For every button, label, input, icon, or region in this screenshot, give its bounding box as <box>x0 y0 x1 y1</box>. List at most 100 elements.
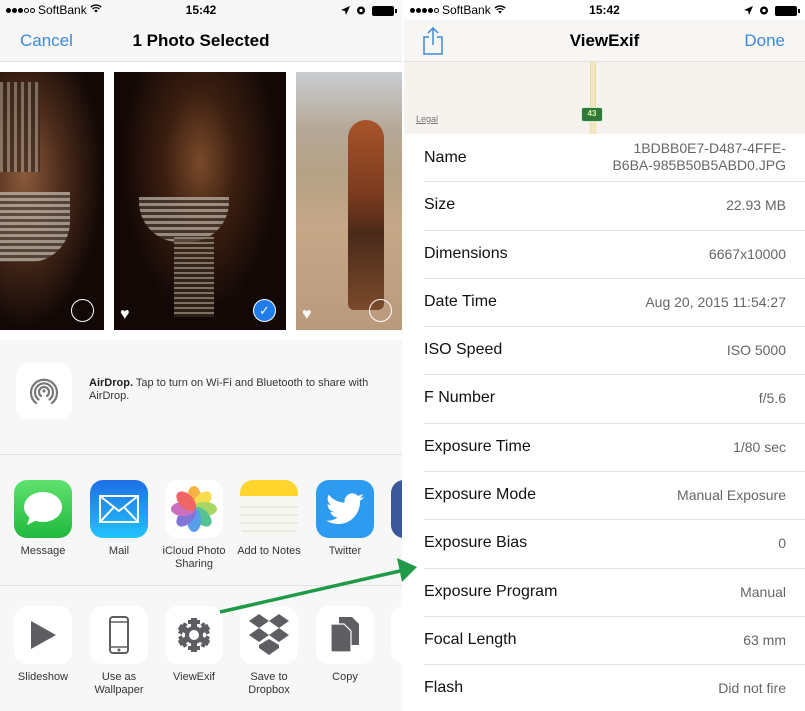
action-label: Slideshow <box>17 671 69 683</box>
action-save-to-dropbox[interactable]: Save to Dropbox <box>231 606 307 697</box>
airdrop-message: AirDrop. Tap to turn on Wi-Fi and Blueto… <box>89 377 386 403</box>
exif-value: 1BDBB0E7-D487-4FFE- B6BA-985B50B5ABD0.JP… <box>612 140 786 173</box>
selection-circle[interactable] <box>71 299 94 322</box>
page-title: 1 Photo Selected <box>132 31 270 50</box>
navigation-bar: Cancel 1 Photo Selected <box>0 20 402 62</box>
exif-value: f/5.6 <box>758 390 786 407</box>
alarm-icon <box>759 4 769 18</box>
message-icon <box>14 480 72 538</box>
exif-row-size: Size 22.93 MB <box>424 182 805 231</box>
exif-key: Exposure Time <box>424 437 531 455</box>
notes-icon <box>240 480 298 538</box>
exif-key: ISO Speed <box>424 341 503 359</box>
airdrop-section[interactable]: AirDrop. Tap to turn on Wi-Fi and Blueto… <box>0 345 402 455</box>
exif-key: Name <box>424 149 467 166</box>
exif-value: 0 <box>778 535 786 552</box>
app-label: F <box>382 545 402 558</box>
exif-row-exposure-time: Exposure Time 1/80 sec <box>424 424 805 473</box>
route-shield: 43 <box>581 107 603 122</box>
exif-value: 6667x10000 <box>708 245 786 262</box>
exif-value: 1/80 sec <box>733 438 786 455</box>
share-sheet-screen: SoftBank 15:42 Cancel 1 Photo Selected ♥… <box>0 0 402 711</box>
photos-icon <box>165 480 223 538</box>
share-app-icloud-photo-sharing[interactable]: iCloud Photo Sharing <box>156 480 232 571</box>
exif-row-name: Name 1BDBB0E7-D487-4FFE- B6BA-985B50B5AB… <box>424 134 805 183</box>
share-app-facebook[interactable]: F <box>382 480 402 558</box>
exif-key: Focal Length <box>424 630 517 648</box>
app-label: Add to Notes <box>237 545 301 557</box>
exif-value: Aug 20, 2015 11:54:27 <box>645 293 786 310</box>
copy-icon <box>316 606 374 664</box>
play-icon <box>14 606 72 664</box>
exif-key: F Number <box>424 389 496 407</box>
favorite-heart-icon: ♥ <box>302 306 312 323</box>
exif-row-flash: Flash Did not fire <box>424 665 805 711</box>
exif-row-f-number: F Number f/5.6 <box>424 375 805 424</box>
alarm-icon <box>356 4 366 18</box>
location-arrow-icon <box>341 4 350 18</box>
exif-value: 22.93 MB <box>726 197 786 214</box>
photo-strip[interactable]: ♥ ✓ ♥ <box>0 62 402 340</box>
action-label: D <box>382 671 402 684</box>
exif-row-focal-length: Focal Length 63 mm <box>424 617 805 666</box>
airdrop-title: AirDrop. <box>89 377 133 389</box>
facebook-icon <box>391 480 402 538</box>
share-app-message[interactable]: Message <box>5 480 81 558</box>
map-road <box>590 62 596 134</box>
photo-thumbnail[interactable]: ♥ ✓ <box>114 72 286 330</box>
status-bar: SoftBank 15:42 <box>0 0 402 20</box>
airdrop-icon <box>16 363 72 419</box>
action-more[interactable]: D <box>382 606 402 684</box>
selection-circle[interactable] <box>369 299 392 322</box>
snowflake-icon <box>165 606 223 664</box>
phone-icon <box>90 606 148 664</box>
photo-thumbnail[interactable]: ♥ <box>296 72 402 330</box>
exif-key: Exposure Mode <box>424 486 537 504</box>
share-app-mail[interactable]: Mail <box>81 480 157 558</box>
app-label: iCloud Photo Sharing <box>162 545 226 570</box>
share-apps-row[interactable]: Message Mail iCloud Photo Sharing Add to… <box>0 462 402 586</box>
location-map[interactable]: 43 Legal <box>404 62 805 134</box>
action-copy[interactable]: Copy <box>307 606 383 684</box>
exif-row-date-time: Date Time Aug 20, 2015 11:54:27 <box>424 279 805 328</box>
battery-icon <box>775 6 800 16</box>
app-label: Mail <box>108 545 130 557</box>
exif-list: Name 1BDBB0E7-D487-4FFE- B6BA-985B50B5AB… <box>404 134 805 711</box>
app-label: Twitter <box>328 545 362 557</box>
battery-icon <box>372 6 397 16</box>
exif-row-iso-speed: ISO Speed ISO 5000 <box>424 327 805 376</box>
share-actions-row[interactable]: Slideshow Use as Wallpaper ViewExif Save… <box>0 590 402 711</box>
exif-value: Did not fire <box>718 680 786 697</box>
favorite-heart-icon: ♥ <box>120 306 130 323</box>
exif-key: Size <box>424 196 456 214</box>
selected-checkmark-icon[interactable]: ✓ <box>253 299 276 322</box>
exif-row-exposure-bias: Exposure Bias 0 <box>424 520 805 569</box>
exif-row-exposure-program: Exposure Program Manual <box>424 569 805 617</box>
dropbox-icon <box>240 606 298 664</box>
exif-value: ISO 5000 <box>726 342 786 359</box>
exif-row-exposure-mode: Exposure Mode Manual Exposure <box>424 472 805 521</box>
photo-thumbnail[interactable] <box>0 72 104 330</box>
action-use-as-wallpaper[interactable]: Use as Wallpaper <box>81 606 157 697</box>
app-label: Message <box>20 545 66 557</box>
location-arrow-icon <box>744 4 753 18</box>
share-app-twitter[interactable]: Twitter <box>307 480 383 558</box>
exif-value: Manual Exposure <box>677 487 786 504</box>
action-label: ViewExif <box>173 671 215 683</box>
share-app-add-to-notes[interactable]: Add to Notes <box>231 480 307 558</box>
mail-icon <box>90 480 148 538</box>
map-legal-link[interactable]: Legal <box>416 114 438 124</box>
action-viewexif[interactable]: ViewExif <box>156 606 232 684</box>
exif-value: 63 mm <box>743 631 786 648</box>
exif-row-dimensions: Dimensions 6667x10000 <box>424 231 805 279</box>
viewexif-screen: SoftBank 15:42 ViewExif Done 43 Legal Na… <box>404 0 805 711</box>
twitter-icon <box>316 480 374 538</box>
navigation-bar: ViewExif Done <box>404 20 805 62</box>
status-bar: SoftBank 15:42 <box>404 0 805 20</box>
exif-key: Dimensions <box>424 244 508 262</box>
action-label: Use as Wallpaper <box>94 671 144 696</box>
done-button[interactable]: Done <box>744 31 785 51</box>
action-label: Save to Dropbox <box>248 671 290 696</box>
exif-key: Date Time <box>424 292 497 310</box>
action-slideshow[interactable]: Slideshow <box>5 606 81 684</box>
